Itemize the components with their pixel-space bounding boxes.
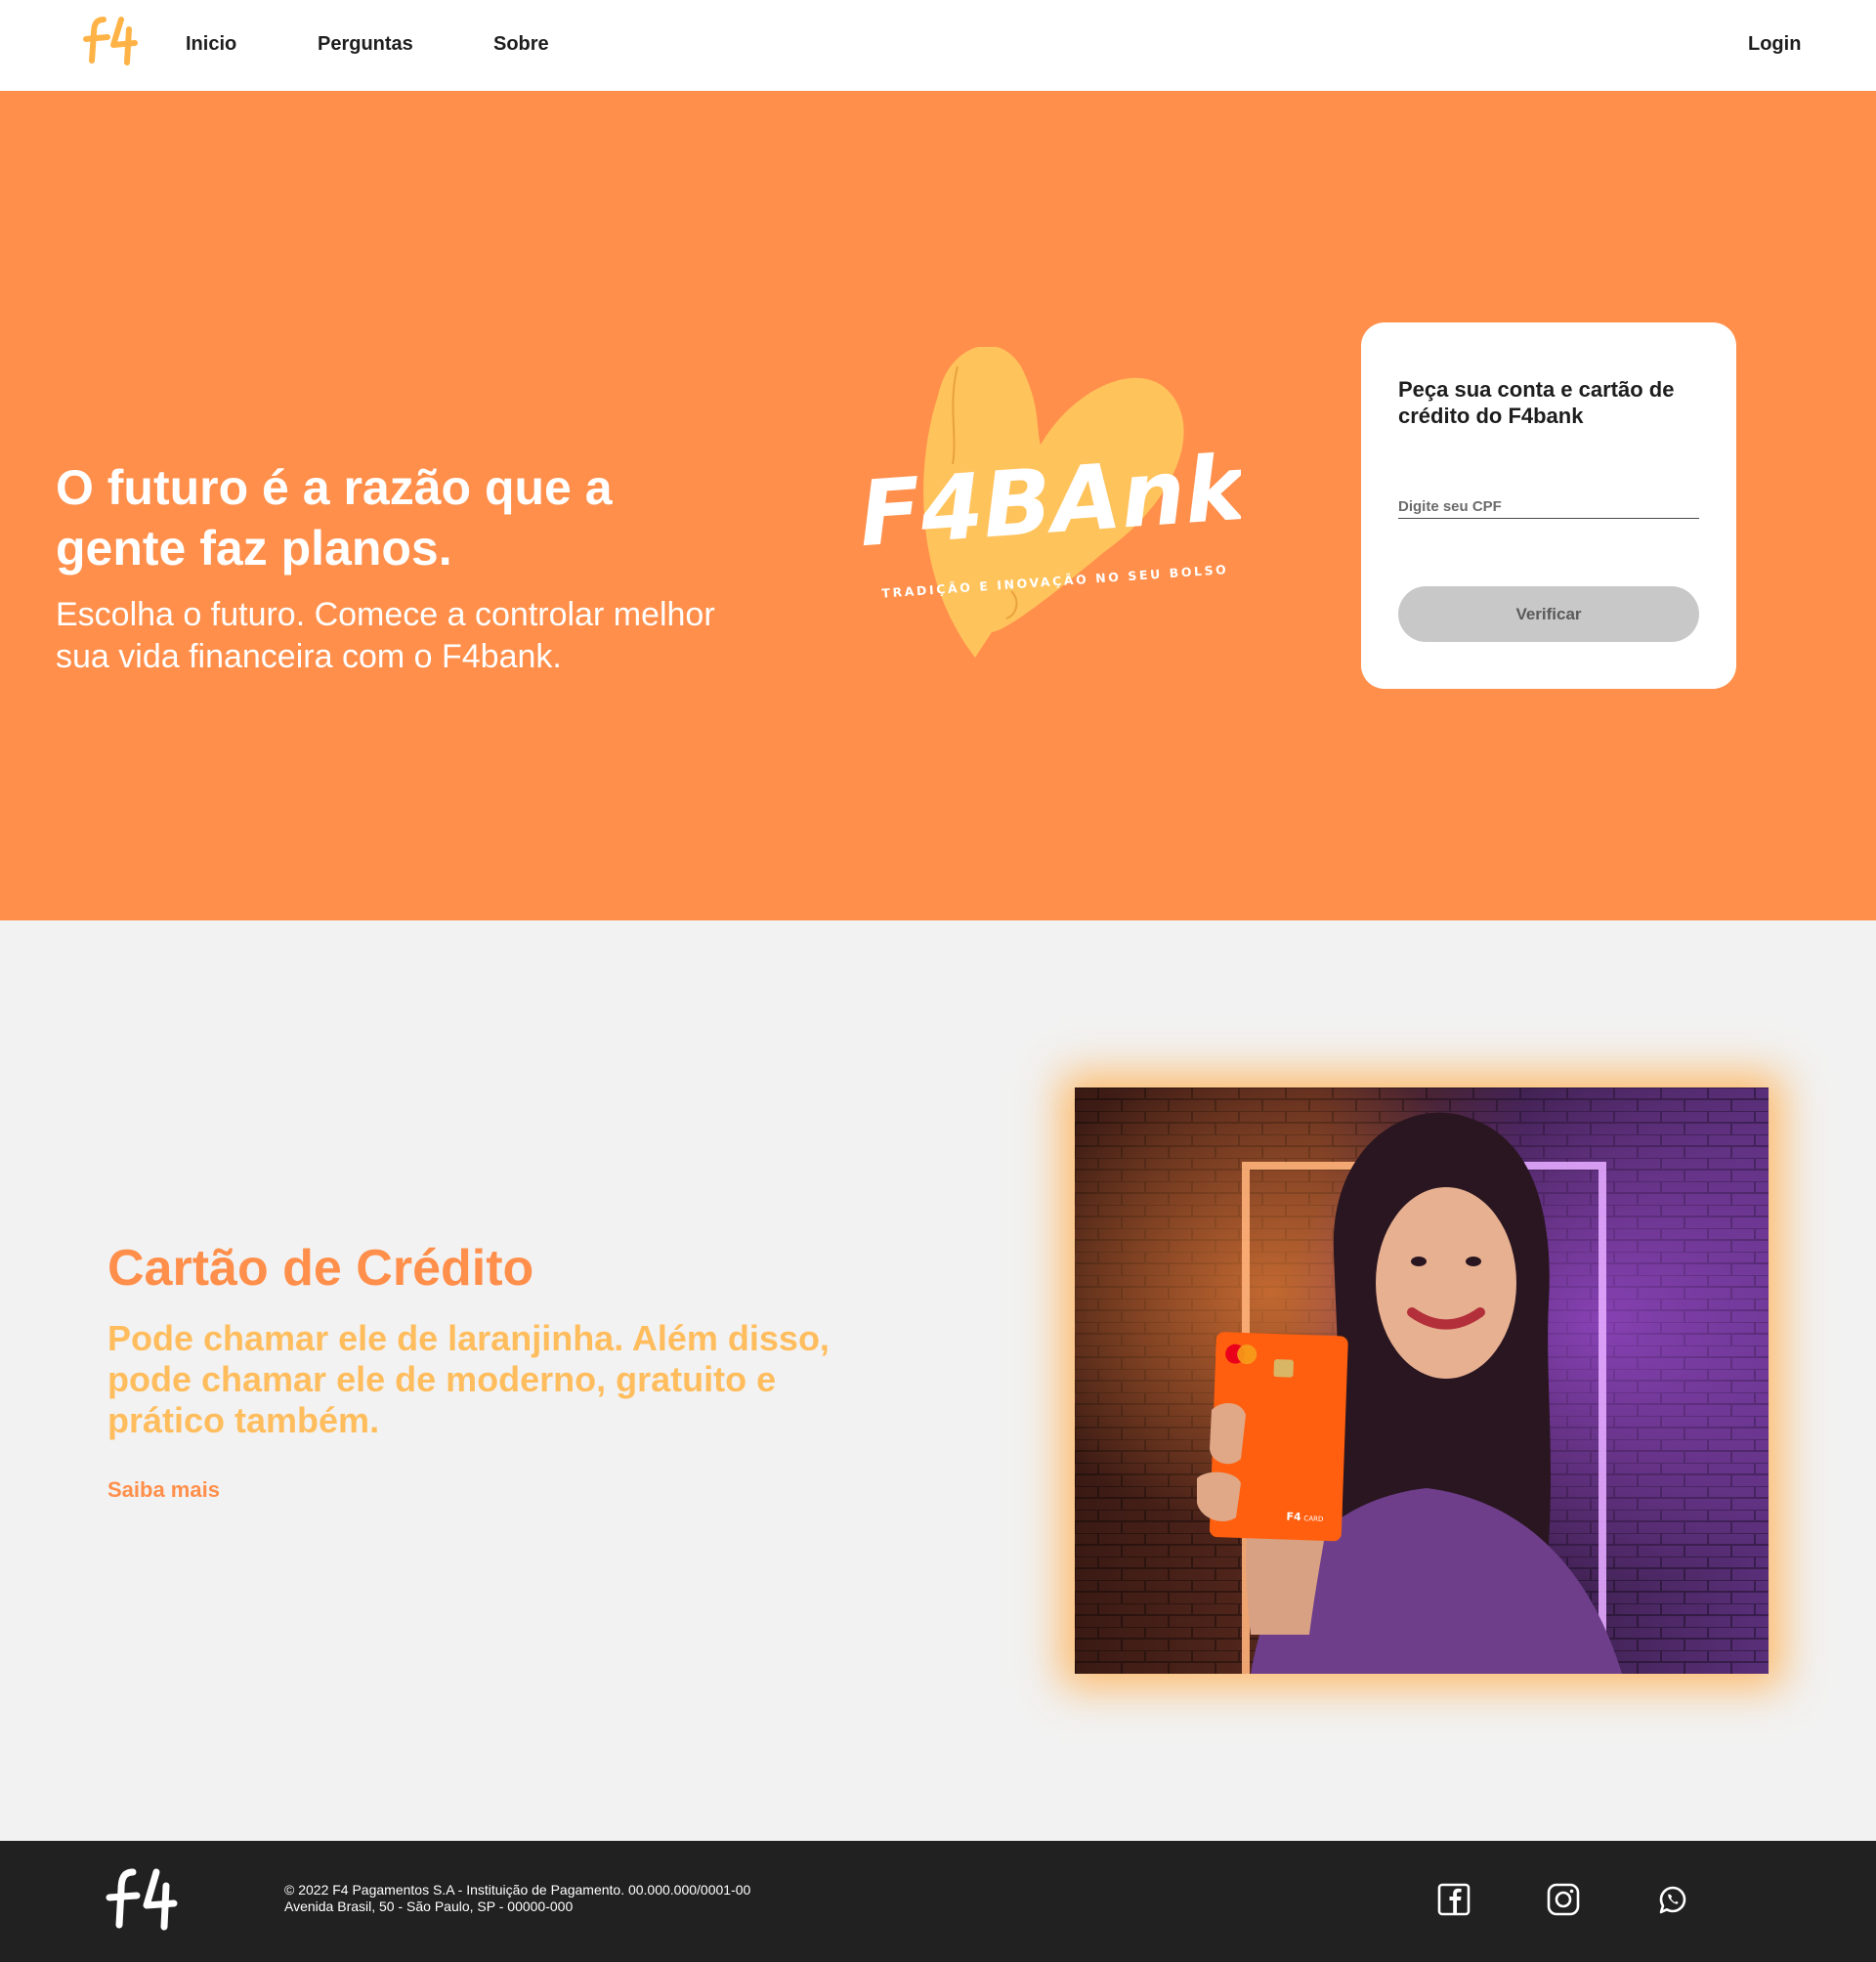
credit-card-section: Cartão de Crédito Pode chamar ele de lar… bbox=[0, 920, 1876, 1841]
facebook-icon[interactable] bbox=[1436, 1882, 1471, 1917]
footer-address-line: Avenida Brasil, 50 - São Paulo, SP - 000… bbox=[284, 1898, 574, 1914]
verify-button[interactable]: Verificar bbox=[1398, 586, 1699, 642]
credit-card-description: Pode chamar ele de laranjinha. Além diss… bbox=[107, 1318, 830, 1440]
f4-logo-icon[interactable] bbox=[82, 12, 139, 66]
woman-holding-card-photo: F4 CARD bbox=[1075, 1088, 1769, 1674]
nav-link-inicio[interactable]: Inicio bbox=[186, 33, 236, 56]
footer-legal-text: © 2022 F4 Pagamentos S.A - Instituição d… bbox=[284, 1882, 750, 1915]
learn-more-link[interactable]: Saiba mais bbox=[107, 1477, 220, 1503]
instagram-icon[interactable] bbox=[1546, 1882, 1581, 1917]
hero-section: O futuro é a razão que a gente faz plano… bbox=[0, 91, 1876, 920]
svg-text:F4: F4 bbox=[1286, 1511, 1301, 1524]
credit-card-title: Cartão de Crédito bbox=[107, 1240, 534, 1297]
f4-footer-logo-icon[interactable] bbox=[106, 1864, 178, 1933]
hero-subtitle: Escolha o futuro. Comece a controlar mel… bbox=[56, 596, 715, 675]
whatsapp-icon[interactable] bbox=[1655, 1882, 1690, 1917]
top-navbar: Inicio Perguntas Sobre Login bbox=[0, 0, 1876, 91]
site-footer: © 2022 F4 Pagamentos S.A - Instituição d… bbox=[0, 1841, 1876, 1962]
cpf-input[interactable] bbox=[1398, 495, 1699, 519]
hero-title: O futuro é a razão que a gente faz plano… bbox=[56, 460, 613, 576]
footer-company-line: © 2022 F4 Pagamentos S.A - Instituição d… bbox=[284, 1882, 751, 1898]
svg-text:CARD: CARD bbox=[1303, 1514, 1323, 1523]
signup-title: Peça sua conta e cartão de crédito do F4… bbox=[1398, 377, 1675, 428]
nav-link-perguntas[interactable]: Perguntas bbox=[318, 33, 413, 56]
login-link[interactable]: Login bbox=[1748, 33, 1801, 56]
nav-link-sobre[interactable]: Sobre bbox=[493, 33, 549, 56]
f4bank-brand-logo: F4BAnk TRADIÇÃO E INOVAÇÃO NO SEU BOLSO bbox=[856, 347, 1241, 658]
logo-wordmark: F4BAnk bbox=[856, 436, 1241, 568]
account-signup-card: Peça sua conta e cartão de crédito do F4… bbox=[1361, 322, 1736, 689]
